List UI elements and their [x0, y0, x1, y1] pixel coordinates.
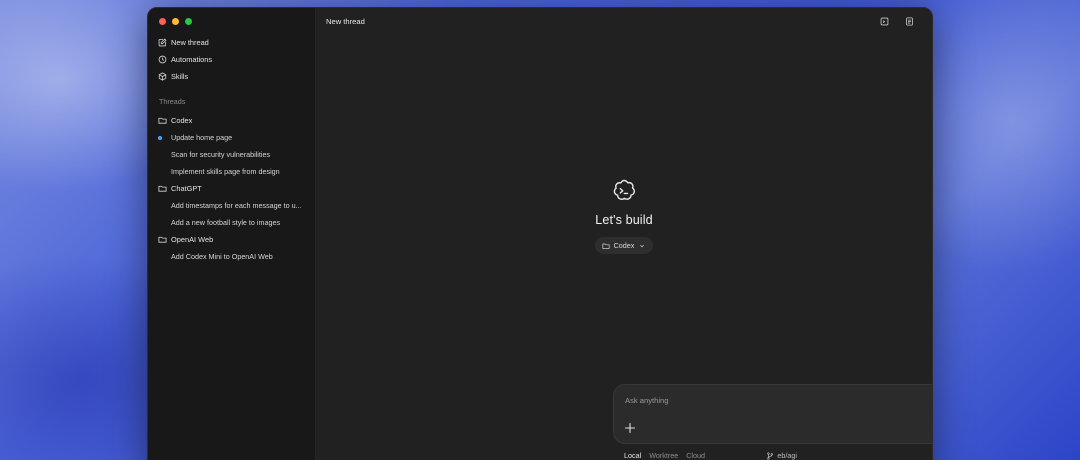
- folder-icon: [158, 185, 167, 192]
- window-controls: [148, 8, 315, 34]
- titlebar: New thread: [316, 8, 932, 34]
- open-in-editor-button[interactable]: [878, 15, 891, 27]
- project-folder-label: OpenAI Web: [171, 235, 214, 244]
- thread-item[interactable]: Add timestamps for each message to u...: [154, 197, 309, 214]
- document-icon: [906, 16, 913, 26]
- sidebar-item-skills[interactable]: Skills: [154, 68, 309, 85]
- hero-title: Let's build: [595, 213, 653, 227]
- folder-icon: [158, 236, 167, 243]
- sidebar-item-label: Automations: [171, 55, 213, 64]
- sidebar-item-label: Skills: [171, 72, 189, 81]
- prompt-input[interactable]: [625, 393, 925, 407]
- folder-icon: [602, 243, 610, 249]
- titlebar-actions: [878, 15, 916, 27]
- codex-logo-icon: [613, 179, 635, 200]
- edit-icon: [158, 38, 167, 47]
- clock-icon: [158, 55, 167, 64]
- thread-title: Add Codex Mini to OpenAI Web: [171, 252, 273, 261]
- sidebar-item-label: New thread: [171, 38, 209, 47]
- main-panel: New thread Let's build Codex Ask anythin…: [316, 8, 932, 460]
- project-selector-label: Codex: [613, 241, 635, 250]
- folder-icon: [158, 117, 167, 124]
- sidebar-item-automations[interactable]: Automations: [154, 51, 309, 68]
- thread-item[interactable]: Update home page: [154, 129, 309, 146]
- mode-tab-cloud[interactable]: Cloud: [686, 451, 705, 460]
- window-icon: [880, 17, 889, 25]
- project-folder-chatgpt[interactable]: ChatGPT: [154, 180, 309, 197]
- thread-item[interactable]: Add Codex Mini to OpenAI Web: [154, 248, 309, 265]
- window-title: New thread: [326, 16, 365, 26]
- thread-title: Scan for security vulnerabilities: [171, 150, 271, 159]
- mode-tab-local[interactable]: Local: [624, 451, 641, 460]
- project-folder-label: Codex: [171, 116, 193, 125]
- thread-item[interactable]: Scan for security vulnerabilities: [154, 146, 309, 163]
- thread-item[interactable]: Add a new football style to images: [154, 214, 309, 231]
- thread-title: Add timestamps for each message to u...: [171, 201, 302, 210]
- thread-title: Update home page: [171, 133, 233, 142]
- git-branch-icon: [767, 451, 774, 460]
- app-window: New thread Automations Skills Threads Co…: [147, 7, 933, 460]
- threads-section-label: Threads: [159, 97, 186, 106]
- close-window-button[interactable]: [159, 18, 166, 25]
- chevron-down-icon: [640, 244, 645, 247]
- project-selector[interactable]: Codex: [594, 237, 654, 254]
- branch-name: eb/agi: [777, 451, 797, 460]
- project-folder-codex[interactable]: Codex: [154, 112, 309, 129]
- project-folder-label: ChatGPT: [171, 184, 202, 193]
- minimize-window-button[interactable]: [172, 18, 179, 25]
- project-folder-openai-web[interactable]: OpenAI Web: [154, 231, 309, 248]
- thread-item[interactable]: Implement skills page from design: [154, 163, 309, 180]
- add-attachment-button[interactable]: [624, 421, 636, 434]
- sidebar-item-new-thread[interactable]: New thread: [154, 34, 309, 51]
- composer: [613, 384, 932, 444]
- thread-title: Add a new football style to images: [171, 218, 281, 227]
- zoom-window-button[interactable]: [185, 18, 192, 25]
- plus-icon: [624, 422, 636, 434]
- empty-state: Let's build Codex: [316, 178, 932, 254]
- branch-selector[interactable]: eb/agi: [766, 451, 797, 460]
- environment-mode-tabs: Local Worktree Cloud: [624, 451, 705, 460]
- toggle-panel-button[interactable]: [903, 15, 916, 27]
- cube-icon: [158, 72, 167, 81]
- mode-tab-worktree[interactable]: Worktree: [649, 451, 678, 460]
- thread-title: Implement skills page from design: [171, 167, 280, 176]
- active-thread-indicator: [158, 136, 162, 140]
- sidebar: New thread Automations Skills Threads Co…: [148, 8, 316, 460]
